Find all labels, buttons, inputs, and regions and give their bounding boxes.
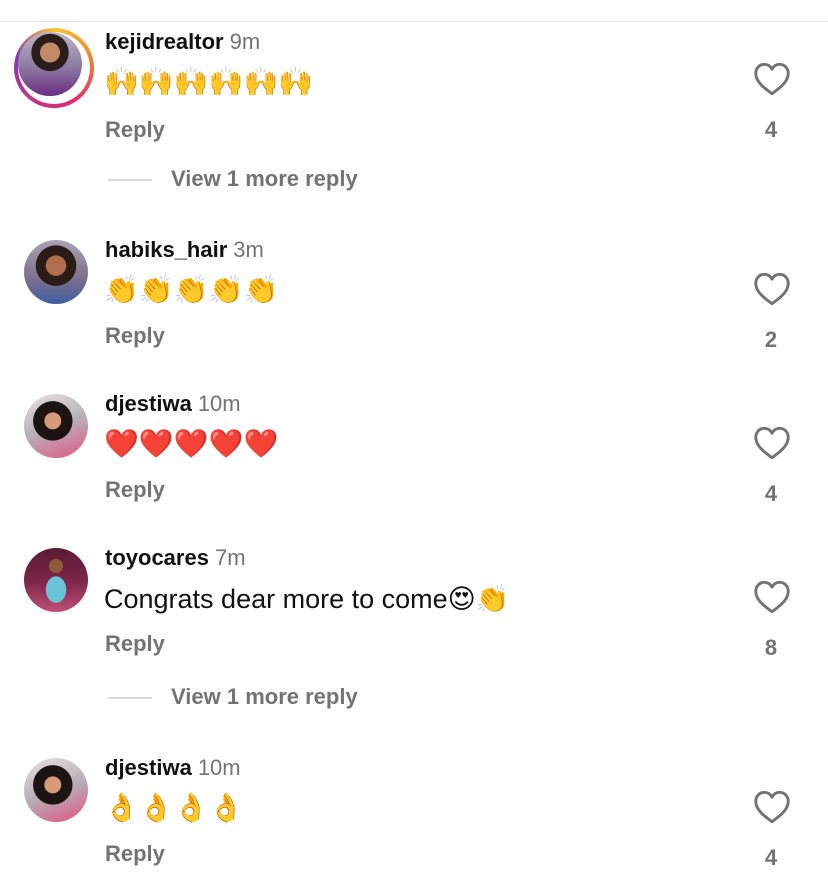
top-divider [0, 21, 828, 22]
comment-username[interactable]: toyocares [105, 545, 209, 570]
comment-time: 7m [214, 545, 246, 570]
comment-username[interactable]: habiks_hair [105, 237, 227, 262]
avatar[interactable] [18, 32, 82, 96]
comment-username[interactable]: djestiwa [105, 391, 192, 416]
avatar[interactable] [24, 548, 88, 612]
heart-outline-icon[interactable] [753, 62, 791, 96]
view-more-replies-label: View 1 more reply [171, 166, 358, 191]
avatar-story-ring[interactable] [14, 28, 94, 108]
comment-username[interactable]: kejidrealtor [105, 29, 224, 54]
heart-outline-icon[interactable] [753, 790, 791, 824]
heart-outline-icon[interactable] [753, 272, 791, 306]
heart-outline-icon[interactable] [753, 580, 791, 614]
heart-outline-icon[interactable] [753, 426, 791, 460]
comment-time: 3m [233, 237, 264, 262]
like-count: 4 [764, 845, 778, 870]
comment-time: 9m [229, 29, 261, 54]
comment-text: 👌👌👌👌 [104, 791, 244, 824]
reply-button[interactable]: Reply [105, 476, 165, 504]
comment-text: ❤️❤️❤️❤️❤️ [104, 427, 279, 460]
reply-thread-line [108, 697, 152, 699]
like-count: 4 [764, 481, 778, 506]
view-more-replies-label: View 1 more reply [171, 684, 358, 709]
comment-username[interactable]: djestiwa [105, 755, 192, 780]
reply-button[interactable]: Reply [105, 840, 165, 868]
comment-text: Congrats dear more to come😍👏 [104, 584, 510, 614]
comment-time: 10m [197, 391, 241, 416]
avatar[interactable] [24, 758, 88, 822]
like-count: 8 [764, 635, 778, 660]
comment-time: 10m [197, 755, 241, 780]
comment-text: 🙌🙌🙌🙌🙌🙌 [104, 65, 314, 98]
like-count: 4 [764, 117, 778, 142]
reply-thread-line [108, 179, 152, 181]
avatar[interactable] [24, 240, 88, 304]
comment-text: 👏👏👏👏👏 [104, 273, 279, 306]
avatar[interactable] [24, 394, 88, 458]
reply-button[interactable]: Reply [105, 630, 165, 658]
reply-button[interactable]: Reply [105, 322, 165, 350]
reply-button[interactable]: Reply [105, 116, 165, 144]
like-count: 2 [764, 327, 778, 352]
